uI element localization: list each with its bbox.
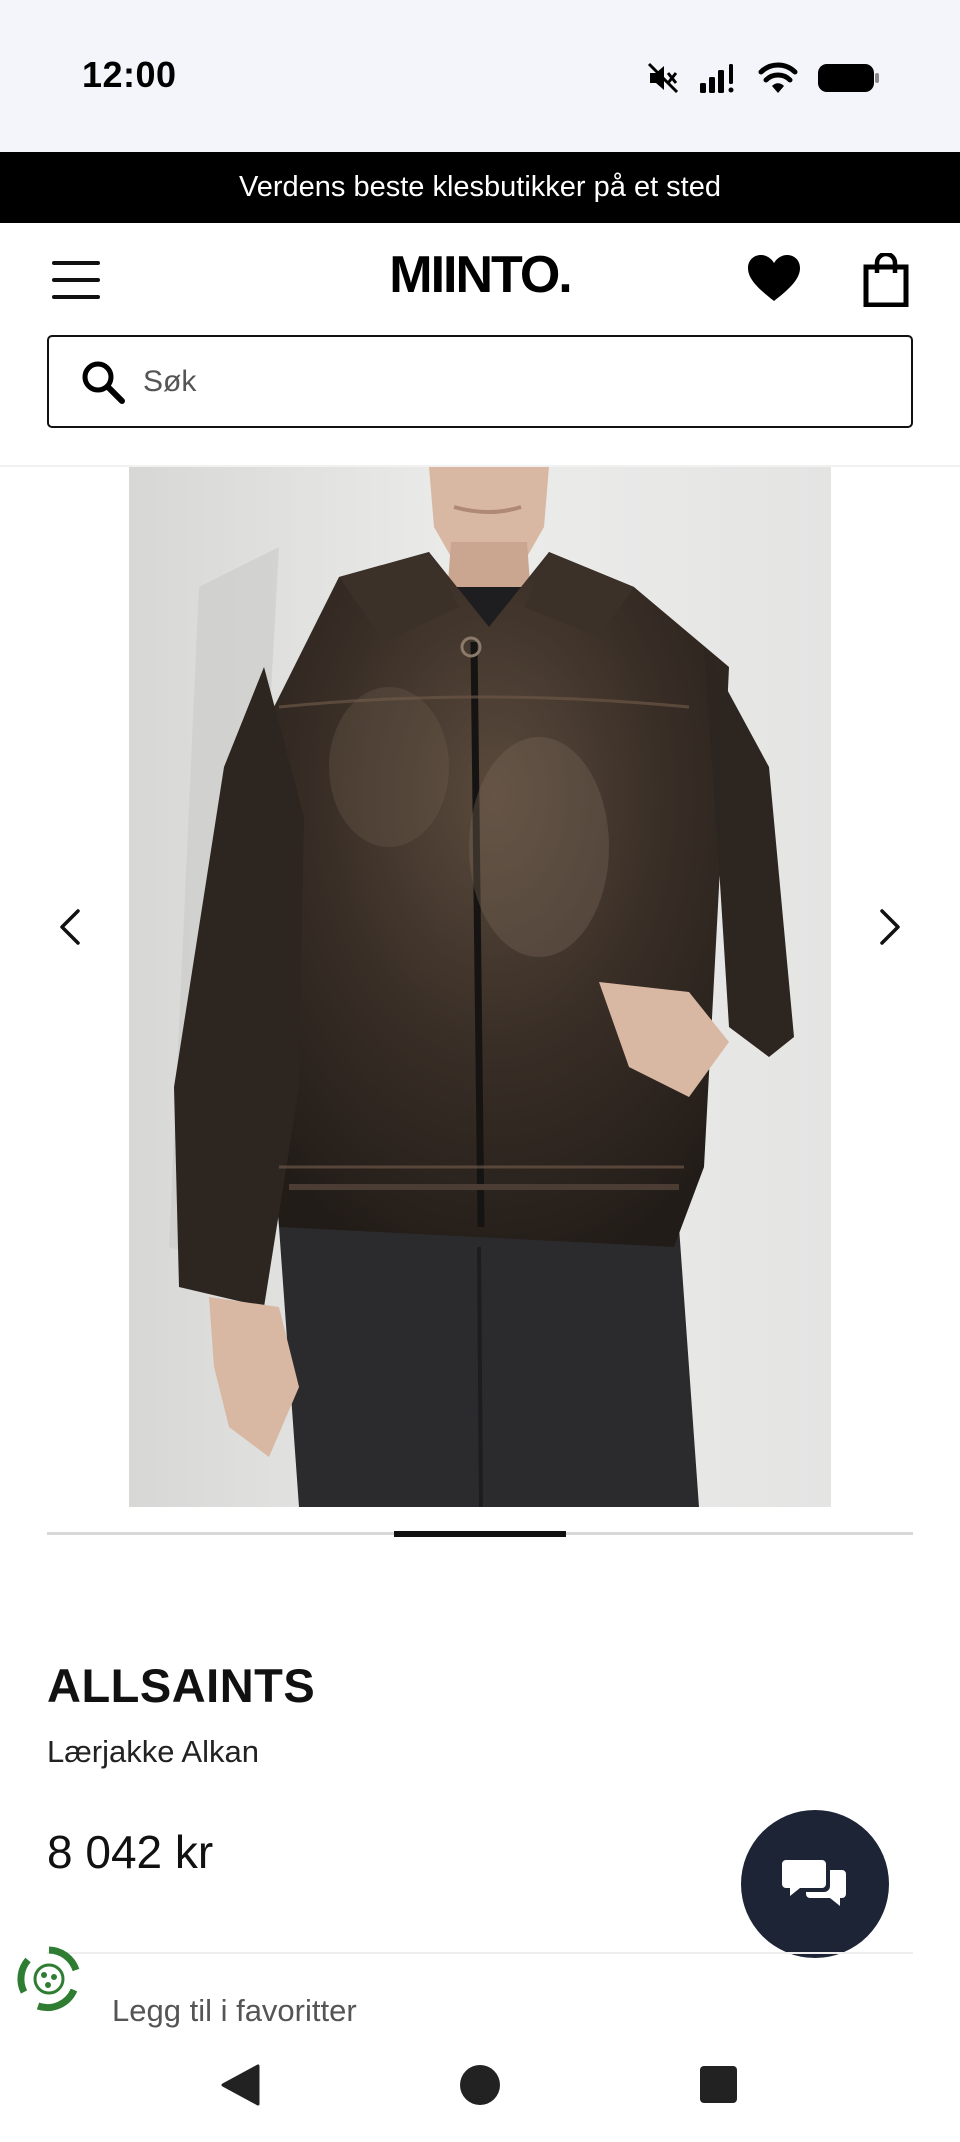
product-image[interactable] xyxy=(129,467,831,1507)
favorites-button[interactable] xyxy=(746,253,802,303)
battery-icon xyxy=(818,64,879,92)
chat-button[interactable] xyxy=(741,1810,889,1958)
product-price: 8 042 kr xyxy=(47,1826,214,1878)
search-icon xyxy=(82,361,125,404)
recycle-icon xyxy=(17,1946,80,2012)
divider xyxy=(47,1952,913,1954)
signal-icon xyxy=(700,64,734,93)
home-icon[interactable] xyxy=(460,2065,500,2105)
jacket-photo xyxy=(129,467,831,1507)
previous-image-button[interactable] xyxy=(40,887,100,967)
heart-icon xyxy=(748,255,800,301)
site-header: MIINTO. xyxy=(0,223,960,335)
status-bar: 12:00 xyxy=(0,0,960,152)
status-icons xyxy=(646,58,880,98)
recent-apps-icon[interactable] xyxy=(700,2066,737,2103)
search-bar[interactable] xyxy=(47,335,913,428)
promo-banner: Verdens beste klesbutikker på et sted xyxy=(0,152,960,223)
bag-icon xyxy=(863,251,909,308)
site-logo[interactable]: MIINTO. xyxy=(0,245,960,305)
cart-button[interactable] xyxy=(862,251,910,308)
next-image-button[interactable] xyxy=(860,887,920,967)
back-icon[interactable] xyxy=(220,2064,260,2106)
chevron-left-icon xyxy=(60,909,80,945)
mute-icon xyxy=(647,62,679,94)
status-time: 12:00 xyxy=(82,54,177,95)
add-to-favorites-button[interactable]: Legg til i favoritter xyxy=(112,1993,357,2029)
chat-icon xyxy=(782,1860,846,1906)
search-input[interactable] xyxy=(143,364,843,399)
chevron-right-icon xyxy=(880,909,900,945)
eco-badge[interactable] xyxy=(16,1946,82,2012)
product-gallery[interactable] xyxy=(0,467,960,1507)
product-name: Lærjakke Alkan xyxy=(47,1734,259,1769)
wifi-icon xyxy=(758,62,798,93)
gallery-progress-indicator xyxy=(394,1531,566,1537)
system-nav-bar xyxy=(0,2048,960,2142)
product-brand[interactable]: ALLSAINTS xyxy=(47,1658,315,1713)
